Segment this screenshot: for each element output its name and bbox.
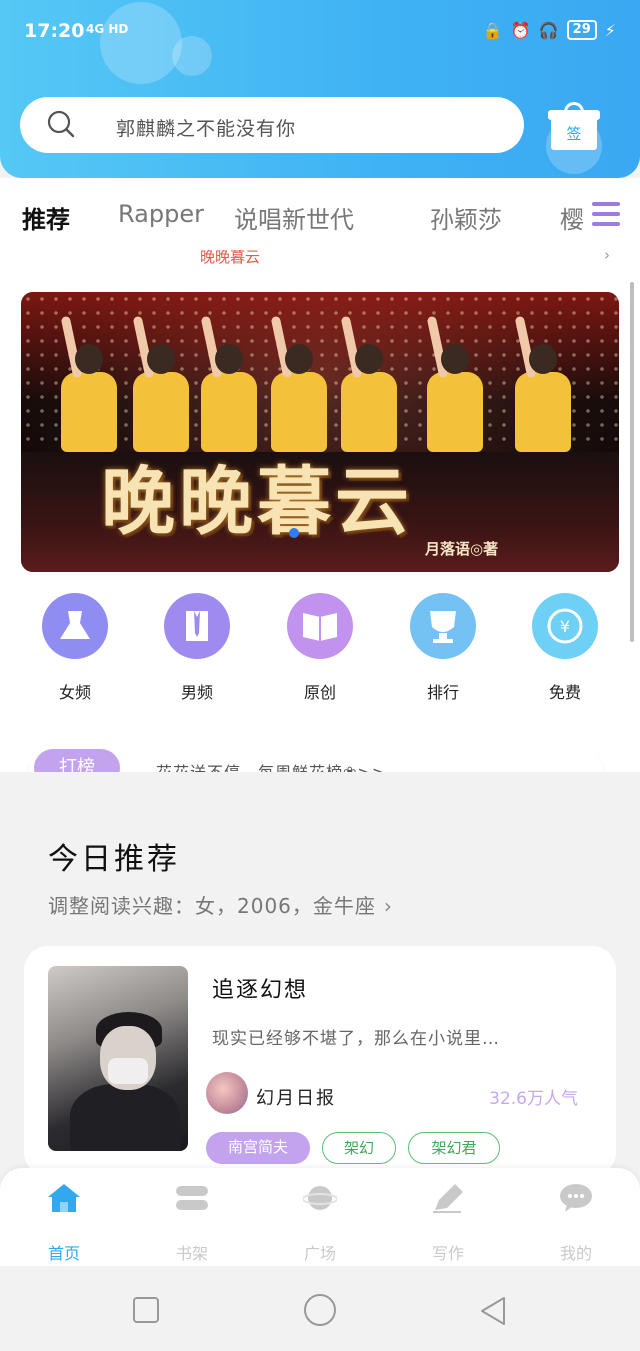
nav-label: 写作 <box>431 1244 464 1263</box>
nav-bookshelf[interactable]: 书架 <box>142 1182 242 1264</box>
nav-label: 首页 <box>47 1244 80 1263</box>
author-avatar <box>206 1072 248 1114</box>
category-label: 女频 <box>58 683 91 702</box>
pen-icon <box>433 1184 463 1213</box>
book-cover-image <box>48 966 188 1151</box>
banner-performer <box>270 315 327 452</box>
book-tag[interactable]: 架幻 <box>322 1132 396 1164</box>
network-indicator: 4G HD <box>86 22 129 36</box>
category-label: 男频 <box>180 683 213 702</box>
chevron-right-icon: › <box>604 250 610 264</box>
category-shortcuts: 女频 男频 原创 排行 ¥ 免费 <box>0 593 640 723</box>
nav-home[interactable]: 首页 <box>14 1182 114 1264</box>
dress-icon <box>42 593 108 659</box>
banner-author: 月落语◎著 <box>425 540 499 558</box>
trophy-icon <box>410 593 476 659</box>
banner-performer <box>514 315 571 452</box>
app-header: 17:20 4G HD 🔒 ⏰ 🎧 29 ⚡ 郭麒麟之不能没有你 签 <box>0 0 640 178</box>
author-name: 幻月日报 <box>256 1088 336 1109</box>
book-description: 现实已经够不堪了，那么在小说里… <box>212 1029 500 1049</box>
category-label: 免费 <box>548 683 581 702</box>
battery-indicator: 29 <box>566 20 597 40</box>
nav-writing[interactable]: 写作 <box>398 1182 498 1264</box>
shirt-icon <box>164 593 230 659</box>
category-free[interactable]: ¥ 免费 <box>515 593 615 703</box>
carousel-indicator <box>289 528 299 538</box>
banner-title: 晚晚暮云 <box>101 459 413 545</box>
search-input[interactable]: 郭麒麟之不能没有你 <box>116 114 296 141</box>
status-time: 17:20 <box>24 20 85 42</box>
status-icons: 🔒 ⏰ 🎧 29 ⚡ <box>483 20 616 40</box>
banner-performer <box>60 315 117 452</box>
banner-performer <box>340 315 397 452</box>
tab-sun-yingsha[interactable]: 孙颖莎 <box>430 200 502 235</box>
headphones-icon: 🎧 <box>538 20 559 40</box>
lock-icon: 🔒 <box>482 20 503 40</box>
status-bar: 17:20 4G HD 🔒 ⏰ 🎧 29 ⚡ <box>0 18 640 48</box>
book-icon <box>287 593 353 659</box>
bookshelf-icon <box>176 1186 208 1210</box>
notice-bar[interactable]: 晚晚暮云 › <box>20 250 610 266</box>
nav-square[interactable]: 广场 <box>270 1182 370 1264</box>
reading-interest-link[interactable]: 调整阅读兴趣：女，2006，金牛座 › <box>48 890 393 919</box>
banner-carousel[interactable]: 晚晚暮云 月落语◎著 <box>21 292 619 572</box>
book-title: 追逐幻想 <box>212 978 309 1003</box>
category-ranking[interactable]: 排行 <box>393 593 493 703</box>
tab-menu-icon[interactable] <box>592 202 620 228</box>
bottom-navigation: 首页 书架 广场 写作 我的 <box>0 1168 640 1266</box>
svg-text:¥: ¥ <box>560 617 570 636</box>
category-label: 排行 <box>426 683 459 702</box>
section-title: 今日推荐 <box>48 842 180 877</box>
gift-icon: 签 <box>551 118 597 150</box>
category-original[interactable]: 原创 <box>270 593 370 703</box>
home-button-icon[interactable] <box>302 1292 338 1328</box>
banner-performer <box>200 315 257 452</box>
banner-performer <box>132 315 189 452</box>
category-tabs: 推荐 Rapper 说唱新世代 孙颖莎 樱 <box>0 178 640 248</box>
tab-rapper[interactable]: Rapper <box>118 200 204 228</box>
chat-bubble-icon <box>560 1184 592 1212</box>
banner-performer <box>426 315 483 452</box>
yuan-coin-icon: ¥ <box>532 593 598 659</box>
nav-label: 广场 <box>303 1244 336 1263</box>
recent-apps-icon[interactable] <box>132 1296 160 1324</box>
planet-icon <box>302 1186 338 1210</box>
tab-more-partial[interactable]: 樱 <box>560 200 584 235</box>
nav-label: 书架 <box>175 1244 208 1263</box>
search-icon <box>47 110 75 138</box>
reading-interest-text: 调整阅读兴趣：女，2006，金牛座 <box>48 894 376 918</box>
chevron-right-icon: › <box>383 894 393 918</box>
tab-rap-new-era[interactable]: 说唱新世代 <box>234 200 354 235</box>
alarm-icon: ⏰ <box>510 20 531 40</box>
book-tag[interactable]: 南宫简夫 <box>206 1132 310 1164</box>
search-bar[interactable]: 郭麒麟之不能没有你 <box>20 97 524 153</box>
back-icon[interactable] <box>478 1296 508 1326</box>
nav-mine[interactable]: 我的 <box>526 1182 626 1264</box>
book-tag[interactable]: 架幻君 <box>408 1132 500 1164</box>
category-male[interactable]: 男频 <box>147 593 247 703</box>
system-navigation-bar <box>0 1266 640 1351</box>
charging-icon: ⚡ <box>604 20 616 40</box>
category-female[interactable]: 女频 <box>25 593 125 703</box>
sign-in-gift-button[interactable]: 签 <box>548 102 600 150</box>
notice-text: 晚晚暮云 <box>200 250 261 266</box>
popularity-count: 32.6万人气 <box>489 1089 578 1109</box>
tab-recommend[interactable]: 推荐 <box>22 200 70 235</box>
scrollbar[interactable] <box>630 282 634 642</box>
book-card[interactable]: 追逐幻想 现实已经够不堪了，那么在小说里… 幻月日报 32.6万人气 南宫简夫 … <box>24 946 616 1176</box>
category-label: 原创 <box>303 683 336 702</box>
nav-label: 我的 <box>559 1244 592 1263</box>
home-icon <box>48 1184 80 1212</box>
